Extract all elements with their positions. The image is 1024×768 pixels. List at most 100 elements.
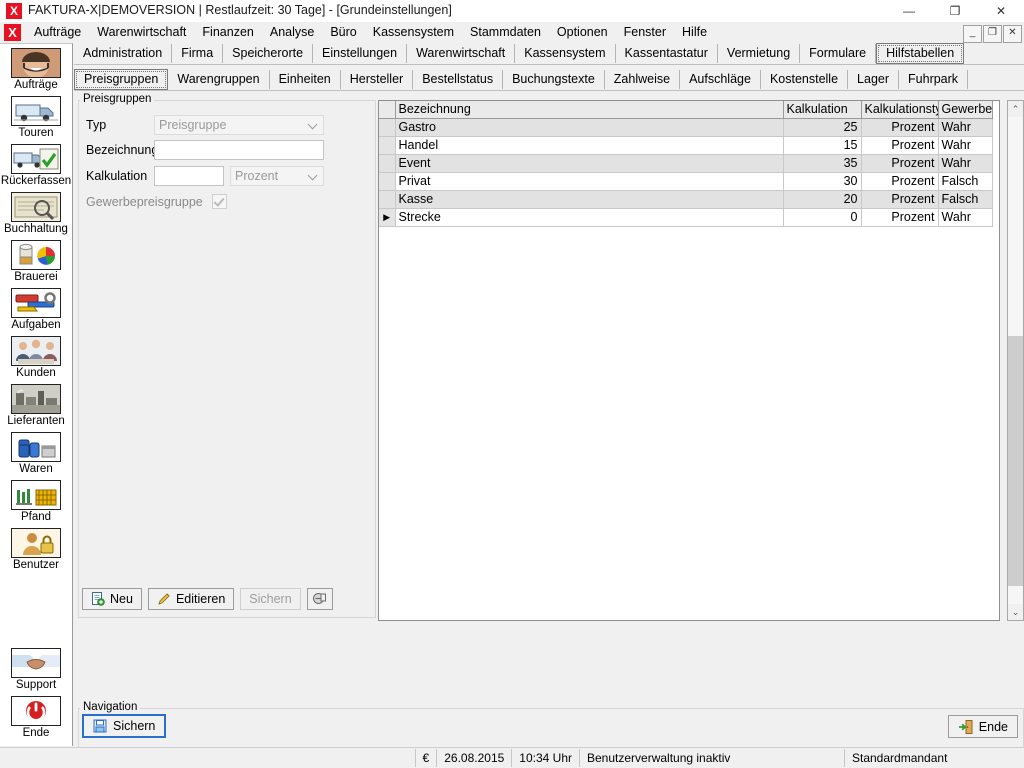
cell-kalkulation[interactable]: 35 xyxy=(783,154,862,173)
column-header-kalkulation[interactable]: Kalkulation xyxy=(783,101,862,119)
tab-aufschl-ge[interactable]: Aufschläge xyxy=(680,70,761,89)
cell-gewerbe[interactable]: Wahr xyxy=(938,118,993,137)
tab-lager[interactable]: Lager xyxy=(848,70,900,89)
tab-firma[interactable]: Firma xyxy=(172,44,224,63)
cell-bezeichnung[interactable]: Privat xyxy=(395,172,784,191)
mdi-restore-button[interactable]: ❐ xyxy=(983,25,1002,43)
table-row[interactable]: Kasse 20 Prozent Falsch xyxy=(379,190,993,209)
menu-item-optionen[interactable]: Optionen xyxy=(549,22,616,43)
menu-item-kassensystem[interactable]: Kassensystem xyxy=(365,22,462,43)
nav-sichern-button[interactable]: Sichern xyxy=(82,714,167,738)
cell-gewerbe[interactable]: Wahr xyxy=(938,136,993,155)
menu-item-finanzen[interactable]: Finanzen xyxy=(194,22,261,43)
cell-bezeichnung[interactable]: Strecke xyxy=(395,208,784,227)
column-header-bezeichnung[interactable]: Bezeichnung xyxy=(395,101,784,119)
menu-item-analyse[interactable]: Analyse xyxy=(262,22,322,43)
tab-einheiten[interactable]: Einheiten xyxy=(270,70,341,89)
close-button[interactable]: ✕ xyxy=(978,0,1024,22)
table-row[interactable]: Gastro 25 Prozent Wahr xyxy=(379,118,993,137)
data-grid[interactable]: Bezeichnung Kalkulation Kalkulationstyp … xyxy=(378,100,1000,621)
cell-kalkulation[interactable]: 20 xyxy=(783,190,862,209)
sidebar-item-waren[interactable]: Waren xyxy=(0,432,72,476)
row-indicator[interactable] xyxy=(379,118,396,137)
cell-bezeichnung[interactable]: Gastro xyxy=(395,118,784,137)
row-indicator[interactable] xyxy=(379,136,396,155)
sidebar-item-brauerei[interactable]: Brauerei xyxy=(0,240,72,284)
sidebar-item-touren[interactable]: Touren xyxy=(0,96,72,140)
cell-kalkulationstyp[interactable]: Prozent xyxy=(861,154,939,173)
editieren-button[interactable]: Editieren xyxy=(147,588,235,610)
mdi-close-button[interactable]: ✕ xyxy=(1003,25,1022,43)
sidebar-item-lieferanten[interactable]: Lieferanten xyxy=(0,384,72,428)
abbrechen-button[interactable] xyxy=(306,588,333,610)
sidebar-item-aufgaben[interactable]: Aufgaben xyxy=(0,288,72,332)
tab-hersteller[interactable]: Hersteller xyxy=(341,70,414,89)
cell-kalkulation[interactable]: 25 xyxy=(783,118,862,137)
tab-einstellungen[interactable]: Einstellungen xyxy=(313,44,408,63)
tab-preisgruppen[interactable]: Preisgruppen xyxy=(74,69,169,90)
kalkulation-input[interactable] xyxy=(154,166,224,186)
nav-ende-button[interactable]: Ende xyxy=(947,715,1018,738)
tab-warenwirtschaft[interactable]: Warenwirtschaft xyxy=(407,44,516,63)
cell-bezeichnung[interactable]: Kasse xyxy=(395,190,784,209)
tab-zahlweise[interactable]: Zahlweise xyxy=(605,70,681,89)
scroll-up-arrow-icon[interactable]: ⌃ xyxy=(1008,101,1023,117)
tab-speicherorte[interactable]: Speicherorte xyxy=(223,44,314,63)
bezeichnung-input[interactable] xyxy=(154,140,324,160)
menu-item-b-ro[interactable]: Büro xyxy=(322,22,364,43)
tab-kostenstelle[interactable]: Kostenstelle xyxy=(761,70,849,89)
scrollbar-thumb[interactable] xyxy=(1008,336,1023,586)
tab-buchungstexte[interactable]: Buchungstexte xyxy=(503,70,605,89)
tab-administration[interactable]: Administration xyxy=(74,44,173,63)
menu-item-fenster[interactable]: Fenster xyxy=(616,22,674,43)
menu-item-hilfe[interactable]: Hilfe xyxy=(674,22,715,43)
typ-select[interactable]: Preisgruppe xyxy=(154,115,324,135)
cell-kalkulation[interactable]: 30 xyxy=(783,172,862,191)
row-indicator[interactable] xyxy=(379,154,396,173)
minimize-button[interactable]: — xyxy=(886,0,932,22)
tab-kassentastatur[interactable]: Kassentastatur xyxy=(616,44,718,63)
menu-item-stammdaten[interactable]: Stammdaten xyxy=(462,22,549,43)
table-row[interactable]: ▶ Strecke 0 Prozent Wahr xyxy=(379,208,993,227)
table-row[interactable]: Privat 30 Prozent Falsch xyxy=(379,172,993,191)
cell-kalkulationstyp[interactable]: Prozent xyxy=(861,172,939,191)
cell-kalkulation[interactable]: 15 xyxy=(783,136,862,155)
row-indicator[interactable] xyxy=(379,190,396,209)
table-row[interactable]: Handel 15 Prozent Wahr xyxy=(379,136,993,155)
cell-kalkulationstyp[interactable]: Prozent xyxy=(861,136,939,155)
sidebar-item-kunden[interactable]: Kunden xyxy=(0,336,72,380)
gewerbepreisgruppe-checkbox[interactable] xyxy=(212,194,227,209)
column-header-gewerbe[interactable]: Gewerbe xyxy=(938,101,993,119)
tab-bestellstatus[interactable]: Bestellstatus xyxy=(413,70,504,89)
cell-kalkulationstyp[interactable]: Prozent xyxy=(861,118,939,137)
cell-kalkulationstyp[interactable]: Prozent xyxy=(861,208,939,227)
kalkulationstyp-select[interactable]: Prozent xyxy=(230,166,324,186)
current-row-indicator-icon[interactable]: ▶ xyxy=(379,208,396,227)
cell-kalkulation[interactable]: 0 xyxy=(783,208,862,227)
column-header-kalkulationstyp[interactable]: Kalkulationstyp xyxy=(861,101,939,119)
sidebar-item-auftr-ge[interactable]: Aufträge xyxy=(0,48,72,92)
menu-item-auftr-ge[interactable]: Aufträge xyxy=(26,22,89,43)
mdi-minimize-button[interactable]: _ xyxy=(963,25,982,43)
maximize-button[interactable]: ❐ xyxy=(932,0,978,22)
row-indicator[interactable] xyxy=(379,172,396,191)
cell-gewerbe[interactable]: Wahr xyxy=(938,154,993,173)
cell-bezeichnung[interactable]: Handel xyxy=(395,136,784,155)
menu-item-warenwirtschaft[interactable]: Warenwirtschaft xyxy=(89,22,194,43)
cell-gewerbe[interactable]: Wahr xyxy=(938,208,993,227)
tab-hilfstabellen[interactable]: Hilfstabellen xyxy=(876,43,965,64)
cell-kalkulationstyp[interactable]: Prozent xyxy=(861,190,939,209)
sidebar-item-buchhaltung[interactable]: Buchhaltung xyxy=(0,192,72,236)
scroll-down-arrow-icon[interactable]: ⌄ xyxy=(1008,604,1023,620)
tab-kassensystem[interactable]: Kassensystem xyxy=(515,44,616,63)
sidebar-item-r-ckerfassen[interactable]: Rückerfassen xyxy=(0,144,72,188)
sidebar-item-pfand[interactable]: Pfand xyxy=(0,480,72,524)
sidebar-item-ende[interactable]: Ende xyxy=(0,696,72,740)
sidebar-item-benutzer[interactable]: Benutzer xyxy=(0,528,72,572)
cell-bezeichnung[interactable]: Event xyxy=(395,154,784,173)
grid-vertical-scrollbar[interactable]: ⌃ ⌄ xyxy=(1007,100,1024,621)
sidebar-item-support[interactable]: Support xyxy=(0,648,72,692)
tab-formulare[interactable]: Formulare xyxy=(800,44,877,63)
tab-warengruppen[interactable]: Warengruppen xyxy=(168,70,270,89)
tab-vermietung[interactable]: Vermietung xyxy=(718,44,801,63)
